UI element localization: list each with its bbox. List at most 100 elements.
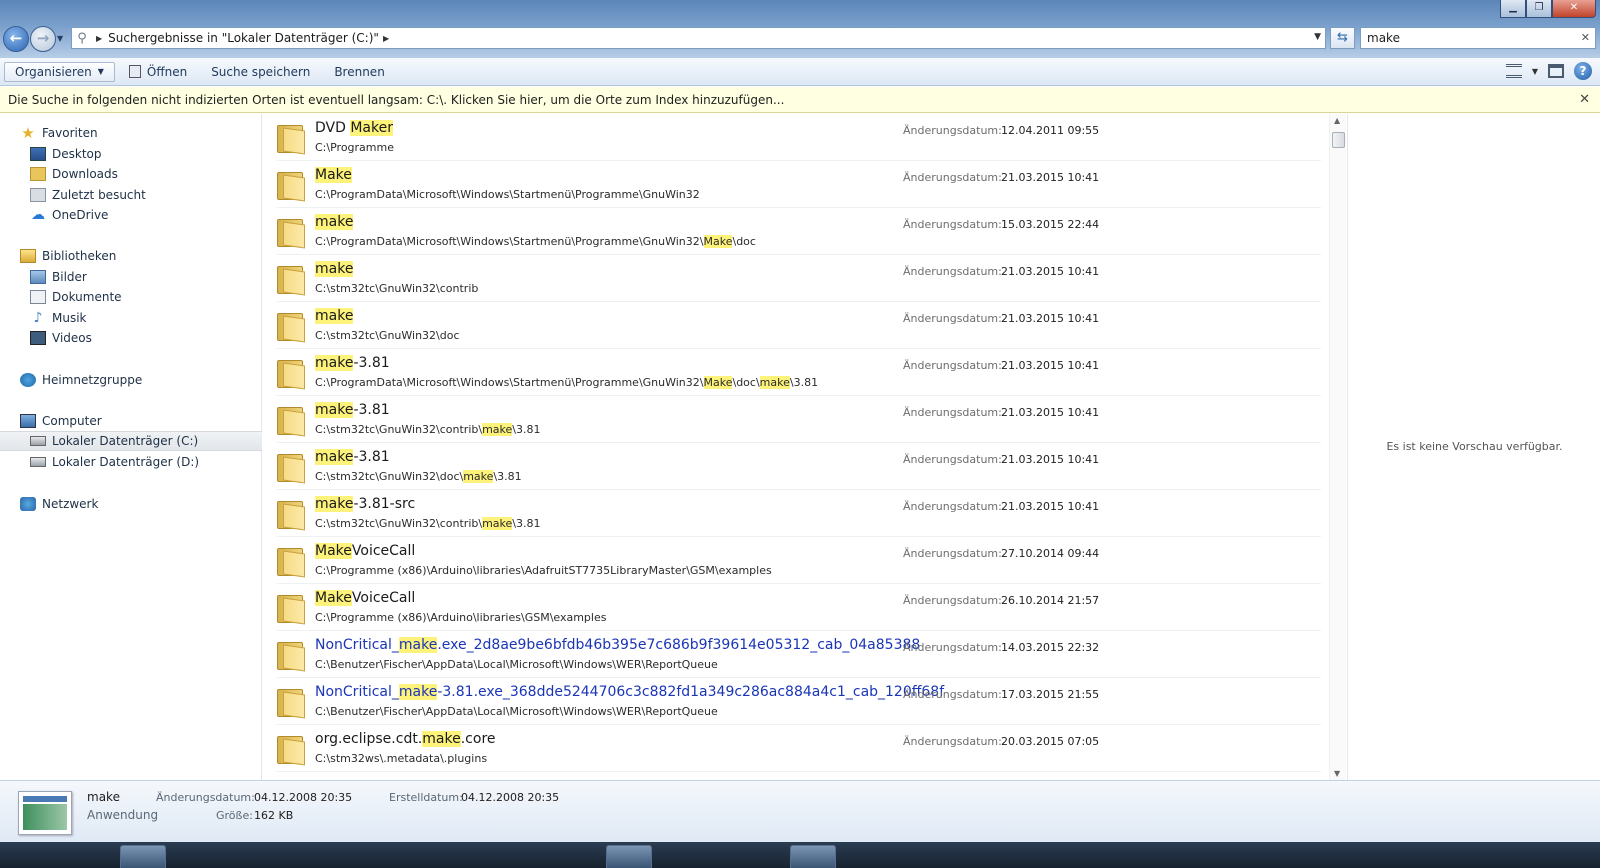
result-name[interactable]: make [315, 308, 354, 324]
result-row[interactable]: make C:\stm32tc\GnuWin32\doc Änderungsdatu… [277, 302, 1321, 349]
file-thumbnail [18, 791, 72, 835]
sidebar-item-videos[interactable]: Videos [0, 328, 262, 348]
date-label: Änderungsdatum: [903, 265, 1002, 278]
breadcrumb[interactable]: Suchergebnisse in "Lokaler Datenträger (… [108, 31, 379, 45]
result-name[interactable]: DVD Maker [315, 120, 393, 136]
info-message[interactable]: Die Suche in folgenden nicht indizierten… [8, 93, 784, 107]
result-name[interactable]: NonCritical_make-3.81.exe_368dde5244706c… [315, 684, 944, 700]
date-value: 21.03.2015 10:41 [1001, 171, 1100, 184]
sidebar-item-onedrive[interactable]: ☁ OneDrive [0, 205, 262, 225]
result-name[interactable]: make-3.81 [315, 355, 390, 371]
result-row[interactable]: make-3.81 C:\ProgramData\Microsoft\Window… [277, 349, 1321, 396]
vertical-scrollbar[interactable]: ▲ ▼ [1329, 114, 1346, 780]
sidebar-item-pictures[interactable]: Bilder [0, 267, 262, 287]
text-segment: .exe_2d8ae9be6bfdb46b395e7c686b9f39614e0… [437, 637, 921, 653]
info-bar[interactable]: Die Suche in folgenden nicht indizierten… [0, 87, 1600, 113]
views-dropdown-icon[interactable]: ▼ [1532, 67, 1538, 76]
taskbar-button[interactable] [606, 845, 652, 868]
date-value: 21.03.2015 10:41 [1001, 265, 1100, 278]
sidebar-item-homegroup[interactable]: Heimnetzgruppe [0, 370, 262, 390]
chevron-right-icon[interactable]: ▶ [96, 34, 102, 43]
scroll-up-icon[interactable]: ▲ [1334, 116, 1340, 125]
folder-icon [277, 358, 305, 390]
result-row[interactable]: make-3.81-src C:\stm32tc\GnuWin32\contrib… [277, 490, 1321, 537]
clear-search-icon[interactable]: ✕ [1581, 28, 1590, 48]
sidebar-item-desktop[interactable]: Desktop [0, 144, 262, 164]
highlighted-term: Make [315, 543, 352, 559]
result-row[interactable]: MakeVoiceCall C:\Programme (x86)\Arduino\… [277, 584, 1321, 631]
sidebar-item-documents[interactable]: Dokumente [0, 287, 262, 307]
result-path: C:\stm32tc\GnuWin32\contrib\make\3.81 [315, 423, 541, 436]
result-name[interactable]: Make [315, 167, 352, 183]
burn-label: Brennen [334, 64, 385, 79]
close-button[interactable]: ✕ [1552, 0, 1596, 18]
taskbar-button[interactable] [790, 845, 836, 868]
views-icon[interactable] [1505, 64, 1522, 78]
result-name[interactable]: MakeVoiceCall [315, 590, 415, 606]
sidebar-item-computer[interactable]: Computer [0, 411, 262, 431]
result-name[interactable]: MakeVoiceCall [315, 543, 415, 559]
save-search-label: Suche speichern [211, 64, 311, 79]
text-segment: \3.81 [493, 470, 522, 483]
chevron-right-icon[interactable]: ▶ [383, 34, 389, 43]
result-name[interactable]: NonCritical_make.exe_2d8ae9be6bfdb46b395… [315, 637, 920, 653]
scroll-thumb[interactable] [1332, 132, 1345, 148]
result-row[interactable]: MakeVoiceCall C:\Programme (x86)\Arduino\… [277, 537, 1321, 584]
sidebar-item-drive-c[interactable]: Lokaler Datenträger (C:) [0, 431, 262, 451]
search-input[interactable]: make ✕ [1360, 27, 1596, 49]
help-icon[interactable]: ? [1574, 62, 1592, 80]
text-segment: C:\stm32ws\.metadata\.plugins [315, 752, 488, 765]
result-name[interactable]: make-3.81 [315, 402, 390, 418]
result-name[interactable]: make [315, 261, 354, 277]
file-name: make [87, 790, 120, 804]
sidebar-item-label: OneDrive [52, 208, 109, 222]
sidebar-item-recent[interactable]: Zuletzt besucht [0, 185, 262, 205]
result-row[interactable]: NonCritical_make-3.81.exe_368dde5244706c… [277, 678, 1321, 725]
open-button[interactable]: Öffnen [119, 62, 197, 82]
result-row[interactable]: make-3.81 C:\stm32tc\GnuWin32\contrib\mak… [277, 396, 1321, 443]
result-row[interactable]: DVD Maker C:\Programme Änderungsdatum: 12.0… [277, 114, 1321, 161]
folder-icon [277, 687, 305, 719]
result-row[interactable]: org.eclipse.cdt.make.core C:\stm32ws\.met… [277, 725, 1321, 772]
recent-pages-dropdown[interactable]: ▼ [57, 34, 63, 43]
minimize-button[interactable]: ▁ [1500, 0, 1526, 18]
result-row[interactable]: make-3.81 C:\stm32tc\GnuWin32\doc\make\3.… [277, 443, 1321, 490]
title-bar: ▁ ❐ ✕ ← → ▼ ⚲ ▶ Suchergebnisse in "Lokal… [0, 0, 1600, 58]
refresh-button[interactable]: ⇆ [1330, 27, 1355, 49]
folder-icon [277, 452, 305, 484]
organize-button[interactable]: Organisieren ▼ [4, 61, 115, 82]
burn-button[interactable]: Brennen [324, 62, 394, 82]
sidebar-item-downloads[interactable]: Downloads [0, 164, 262, 184]
open-label: Öffnen [146, 64, 188, 79]
sidebar-item-network[interactable]: Netzwerk [0, 494, 262, 514]
sidebar-item-music[interactable]: ♪ Musik [0, 308, 262, 328]
save-search-button[interactable]: Suche speichern [201, 62, 320, 82]
text-segment: VoiceCall [351, 543, 416, 559]
result-row[interactable]: make C:\stm32tc\GnuWin32\contrib Änderungs… [277, 255, 1321, 302]
back-button[interactable]: ← [3, 26, 29, 52]
navigation-pane: ★ Favoriten Desktop Downloads Zuletzt bes… [0, 114, 262, 780]
address-bar[interactable]: ⚲ ▶ Suchergebnisse in "Lokaler Datenträg… [71, 27, 1326, 49]
highlighted-term: make [422, 731, 461, 747]
sidebar-item-label: Favoriten [42, 126, 98, 140]
highlighted-term: Make [315, 167, 352, 183]
result-name[interactable]: org.eclipse.cdt.make.core [315, 731, 496, 747]
result-name[interactable]: make-3.81-src [315, 496, 415, 512]
forward-button[interactable]: → [30, 26, 56, 52]
result-row[interactable]: Make C:\ProgramData\Microsoft\Windows\Sta… [277, 161, 1321, 208]
scroll-down-icon[interactable]: ▼ [1334, 769, 1340, 778]
sidebar-item-drive-d[interactable]: Lokaler Datenträger (D:) [0, 452, 262, 472]
result-name[interactable]: make [315, 214, 354, 230]
maximize-button[interactable]: ❐ [1526, 0, 1552, 18]
sidebar-item-favorites[interactable]: ★ Favoriten [0, 123, 262, 143]
open-icon [128, 65, 141, 78]
result-row[interactable]: NonCritical_make.exe_2d8ae9be6bfdb46b395… [277, 631, 1321, 678]
result-name[interactable]: make-3.81 [315, 449, 390, 465]
sidebar-item-libraries[interactable]: Bibliotheken [0, 246, 262, 266]
sidebar-item-label: Videos [52, 331, 92, 345]
address-dropdown-icon[interactable]: ▼ [1314, 32, 1321, 42]
result-row[interactable]: make C:\ProgramData\Microsoft\Windows\Sta… [277, 208, 1321, 255]
preview-pane-icon[interactable] [1548, 64, 1564, 78]
close-icon[interactable]: ✕ [1579, 87, 1590, 113]
taskbar-button[interactable] [120, 845, 166, 868]
